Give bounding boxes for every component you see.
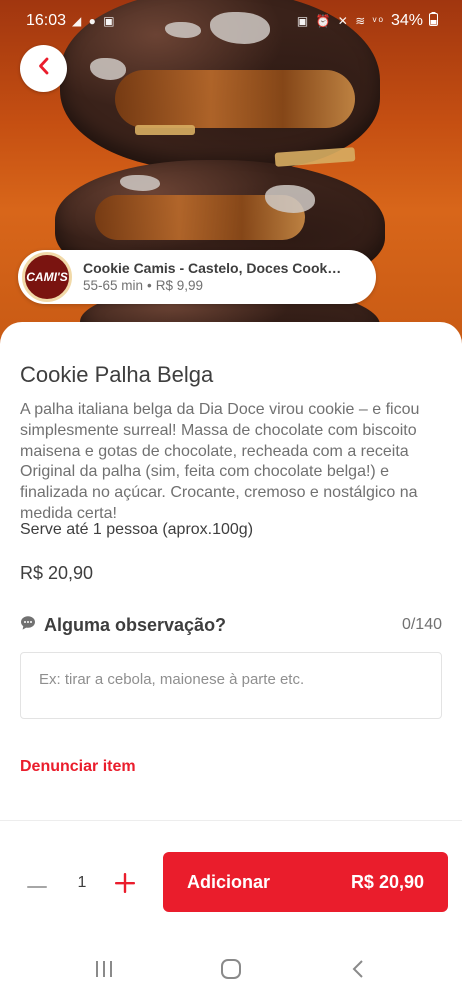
observation-header: Alguma observação? 0/140: [20, 612, 442, 638]
observation-label: Alguma observação?: [44, 614, 227, 635]
product-price: R$ 20,90: [20, 563, 94, 583]
add-button-label: Adicionar: [187, 871, 271, 892]
status-bar: 16:03 ◢ ● ▣ ▣ ⏰ ✕ ≋ ᵛᵒ 34%: [0, 0, 462, 42]
delivery-time: 55-65 min: [83, 278, 144, 293]
add-to-cart-button[interactable]: Adicionar R$ 20,90: [163, 852, 448, 912]
system-icons: ▣ ⏰ ✕ ≋ ᵛᵒ: [296, 14, 385, 28]
increase-quantity-button[interactable]: [110, 870, 140, 900]
product-title: Cookie Palha Belga: [20, 362, 214, 387]
character-counter: 0/140: [401, 616, 442, 633]
delivery-fee: R$ 9,99: [155, 278, 204, 293]
add-button-price: R$ 20,90: [350, 871, 424, 892]
battery-icon: [429, 11, 438, 31]
chevron-left-icon: [37, 57, 51, 80]
back-icon: [351, 959, 365, 984]
notification-icons: ◢ ● ▣: [72, 14, 117, 28]
meta-separator: •: [147, 278, 152, 293]
minus-icon: [27, 876, 47, 894]
merchant-logo: CAMI'S: [22, 252, 72, 302]
product-details-sheet: Cookie Palha Belga A palha italiana belg…: [0, 322, 462, 1000]
system-back-button[interactable]: [338, 951, 378, 991]
recents-button[interactable]: [84, 951, 124, 991]
status-time: 16:03: [26, 12, 67, 29]
chat-bubble-icon: [20, 615, 36, 636]
merchant-name: Cookie Camis - Castelo, Doces Cookies ..…: [83, 260, 345, 276]
product-screen: 16:03 ◢ ● ▣ ▣ ⏰ ✕ ≋ ᵛᵒ 34% CAMI'S Cookie…: [0, 0, 462, 1000]
battery-level: 34%: [390, 12, 423, 29]
product-description: A palha italiana belga da Dia Doce virou…: [20, 401, 420, 522]
back-button[interactable]: [20, 45, 67, 92]
serving-info: Serve até 1 pessoa (aprox.100g): [20, 521, 254, 538]
quantity-value: 1: [77, 874, 87, 891]
home-button[interactable]: [211, 951, 251, 991]
plus-icon: [115, 872, 135, 898]
divider: [0, 820, 462, 821]
merchant-card[interactable]: CAMI'S Cookie Camis - Castelo, Doces Coo…: [18, 250, 376, 304]
recents-icon: [94, 960, 114, 983]
decrease-quantity-button[interactable]: [22, 870, 52, 900]
home-icon: [220, 958, 242, 985]
observation-input[interactable]: [20, 652, 442, 719]
report-item-link[interactable]: Denunciar item: [20, 758, 136, 776]
system-navigation-bar: [0, 942, 462, 1000]
